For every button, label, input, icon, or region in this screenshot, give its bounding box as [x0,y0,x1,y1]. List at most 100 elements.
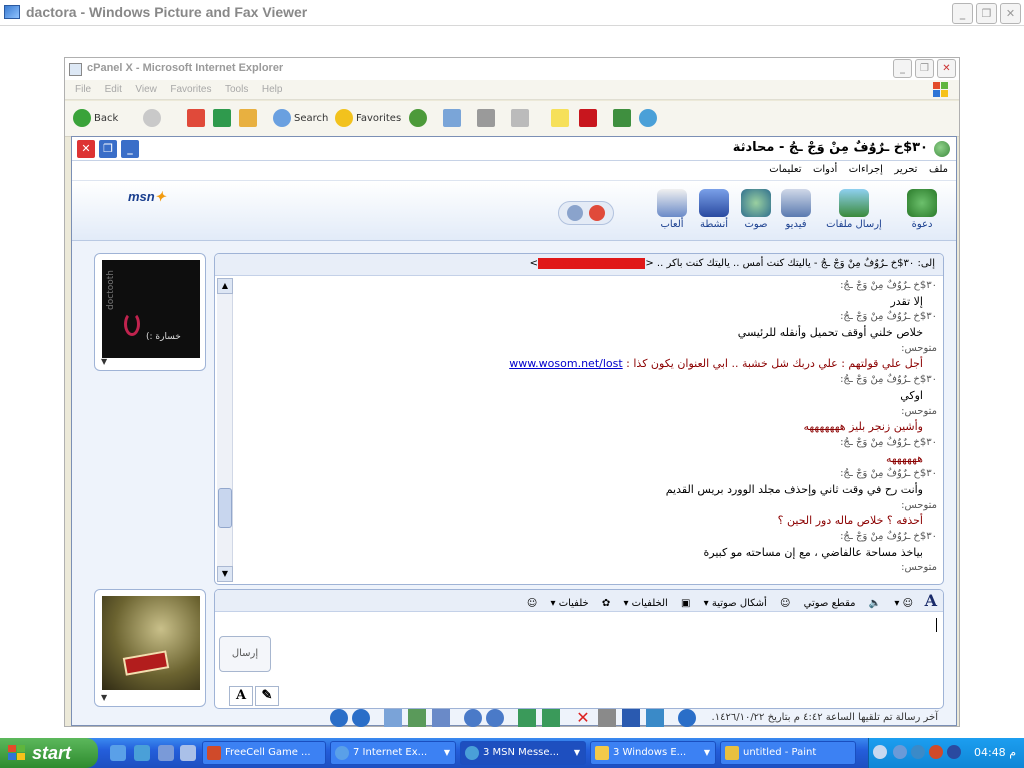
msn-logo: msn✦ [128,189,166,205]
message-text: أحذفه ؟ خلاص ماله دور الحين ؟ [237,513,937,529]
ie-quicklaunch-icon[interactable] [110,745,126,761]
stop-icon [187,109,205,127]
ie-notes-button [551,109,572,129]
save-icon[interactable] [622,709,640,727]
antivirus-icon[interactable] [947,745,961,759]
to-line: إلى: ٣٠$خ ـرٌوٌفٌ مِنْ وَجْ ـجُ - ياليتك… [215,254,943,276]
message-sender: ٣٠$خ ـرٌوٌفٌ مِنْ وَجْ ـجُ: [237,372,937,388]
message-content: وأنت رح في وقت ثاني وإحذف مجلد الوورد بر… [665,482,923,496]
viewer-maximize-button[interactable]: ❐ [976,3,997,24]
message-sender: ٣٠$خ ـرٌوٌفٌ مِنْ وَجْ ـجُ: [237,309,937,325]
message-content: متوحس: [901,405,937,417]
scroll-up-icon: ▲ [217,278,233,294]
to-line-text: إلى: ٣٠$خ ـرٌوٌفٌ مِنْ وَجْ ـجُ - ياليتك… [645,258,935,269]
message-content: وأشين زنجر بليز هههههههه [803,420,923,434]
previous-image-icon[interactable] [330,709,348,727]
message-sender: متوحس: [237,341,937,357]
next-image-icon[interactable] [352,709,370,727]
print-icon[interactable] [598,709,616,727]
ie-toolbar: Back Search Favorites [65,101,959,137]
slideshow-icon[interactable] [432,709,450,727]
chevron-down-icon: ▼ [101,357,108,366]
viewer-minimize-button[interactable]: _ [952,3,973,24]
task-paint[interactable]: untitled - Paint [720,741,856,765]
activities-icon [699,189,729,217]
activities-label: أنشطة [699,219,729,230]
ie-menu-view: View [135,84,157,95]
show-desktop-icon[interactable] [180,745,196,761]
message-sender: ٣٠$خ ـرٌوٌفٌ مِنْ وَجْ ـجُ: [237,435,937,451]
message-list: ٣٠$خ ـرٌوٌفٌ مِنْ وَجْ ـجُ: إلا تقدر ٣٠$خ … [237,278,937,584]
ie-menu-help: Help [261,84,283,95]
msn-minimize-button: _ [120,139,140,159]
edit-image-icon[interactable] [646,709,664,727]
start-button[interactable]: start [0,738,98,768]
ie-menu-favorites: Favorites [170,84,212,95]
ie-home-button [239,109,260,129]
font-tab: A [229,686,253,706]
refresh-icon [213,109,231,127]
conversation-scrollbar: ▲ ▼ [217,278,233,582]
message-content: متوحس: [901,342,937,354]
contact-display-picture: doctooth خسارة :) ▼ [94,253,206,371]
ie-yahoo-button [579,109,600,129]
message-content: أحذفه ؟ خلاص ماله دور الحين ؟ [777,514,923,528]
freecell-icon [207,746,221,760]
messenger-tray-icon[interactable] [911,745,925,759]
viewer-title-bar: dactora - Windows Picture and Fax Viewer… [0,0,1024,26]
star-icon [335,109,353,127]
my-avatar [102,596,200,690]
message-link[interactable]: www.wosom.net/lost [509,357,622,370]
ie-search-label: Search [294,113,329,124]
task-ie-label: 7 Internet Ex... [353,747,428,758]
ie-maximize-button: ❐ [915,59,934,78]
block-icon [589,205,605,221]
task-msn-label: 3 MSN Messe... [483,747,560,758]
network-icon[interactable] [893,745,907,759]
voice-clip-button: 🔈 مقطع صوتي [803,598,882,609]
message-content: بياخذ مساحة عالفاضي ، مع إن مساحته مو كب… [703,545,923,559]
send-files-icon [839,189,869,217]
ie-favorites-button: Favorites [335,109,401,129]
format-tabs: A ✎ [229,686,279,708]
picture-viewer-icon [4,5,20,19]
security-icon[interactable] [929,745,943,759]
voice-clip-label: مقطع صوتي [803,598,856,609]
clock: 04:48 م [973,746,1016,759]
actual-size-icon[interactable] [408,709,426,727]
handwriting-tab-icon: ✎ [255,686,279,706]
paint-icon [725,746,739,760]
task-freecell[interactable]: FreeCell Game ... [202,741,326,765]
messenger-quicklaunch-icon[interactable] [134,745,150,761]
start-label: start [32,743,72,763]
message-content: ٣٠$خ ـرٌوٌفٌ مِنْ وَجْ ـجُ: [840,531,937,542]
task-msn-messenger[interactable]: 3 MSN Messe... ▼ [460,741,586,765]
addon-icon [613,109,631,127]
tray-arrow-icon[interactable] [873,745,887,759]
outlook-quicklaunch-icon[interactable] [158,745,174,761]
msn-butterfly-icon: ✦ [154,189,166,204]
conversation-history: إلى: ٣٠$خ ـرٌوٌفٌ مِنْ وَجْ ـجُ - ياليتك… [214,253,944,585]
zoom-in-icon[interactable] [464,709,482,727]
task-internet-explorer[interactable]: 7 Internet Ex... ▼ [330,741,456,765]
rotate-clockwise-icon[interactable] [518,709,536,727]
rotate-counterclockwise-icon[interactable] [542,709,560,727]
backgrounds-button: ▣ الخلفيات ▾ [623,598,691,609]
display-icon [567,205,583,221]
message-content: أجل علي قولتهم : علي دربك شل خشبة .. ابي… [622,357,923,371]
message-content: ٣٠$خ ـرٌوٌفٌ مِنْ وَجْ ـجُ: [840,280,937,291]
viewer-close-button[interactable]: ✕ [1000,3,1021,24]
message-input-area: A ☺ ▾ 🔈 مقطع صوتي ☺ أشكال صوتية ▾ ▣ الخل… [214,589,944,709]
zoom-out-icon[interactable] [486,709,504,727]
task-windows-explorer[interactable]: 3 Windows E... ▼ [590,741,716,765]
ie-stop-button [187,109,208,129]
msn-menu-tools: أدوات [812,164,838,175]
best-fit-icon[interactable] [384,709,402,727]
message-sender: متوحس: [237,498,937,514]
ie-menu-edit: Edit [104,84,122,95]
emoticon-icon: ☺ ▾ [894,598,913,609]
buddy-status-icon [934,141,950,157]
help-icon[interactable] [678,709,696,727]
delete-icon[interactable]: ✕ [574,709,592,727]
scroll-down-icon: ▼ [217,566,233,582]
